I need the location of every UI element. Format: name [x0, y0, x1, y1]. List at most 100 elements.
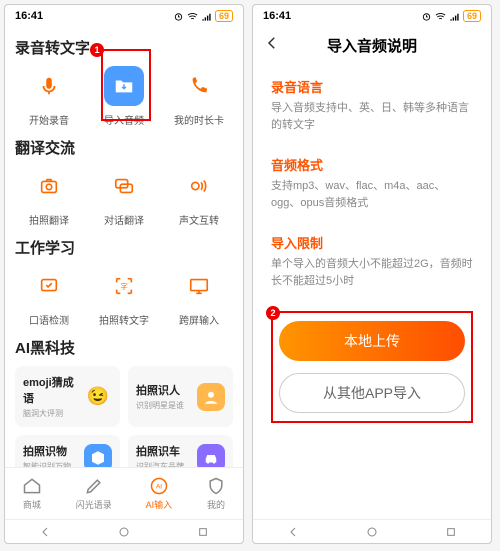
info-language: 录音语言 导入音频支持中、英、日、韩等多种语言的转文字 — [271, 77, 473, 133]
alarm-icon — [173, 11, 184, 22]
card-recognize-person[interactable]: 拍照识人 识别明星是谁 — [128, 366, 233, 427]
info-title: 音频格式 — [271, 155, 473, 174]
scan-text-icon: 字 — [104, 266, 144, 306]
wifi-icon — [187, 11, 198, 22]
info-text: 支持mp3、wav、flac、m4a、aac、ogg、opus音频格式 — [271, 178, 473, 211]
cell-oral-test[interactable]: 口语检测 — [19, 266, 79, 327]
cell-dialog-translate[interactable]: 对话翻译 — [94, 166, 154, 227]
svg-text:字: 字 — [120, 282, 127, 291]
svg-text:AI: AI — [156, 484, 162, 491]
card-title: 拍照识人 — [136, 382, 184, 398]
grid-work: 口语检测 字 拍照转文字 跨屏输入 — [15, 266, 233, 327]
card-row-1: emoji猜成语 脑洞大评测 😉 拍照识人 识别明星是谁 — [15, 366, 233, 427]
card-recognize-object[interactable]: 拍照识物 智能识别万物 — [15, 435, 120, 467]
section-title-translate: 翻译交流 — [15, 137, 233, 158]
status-right: 69 — [421, 10, 481, 22]
status-time: 16:41 — [15, 10, 43, 22]
card-title: emoji猜成语 — [23, 374, 84, 406]
cell-label: 对话翻译 — [104, 212, 144, 227]
status-bar: 16:41 69 — [5, 5, 243, 27]
mall-icon — [22, 476, 42, 496]
car-icon — [197, 444, 225, 468]
bottom-tabbar: 商城 闪光语录 AI AI输入 我的 — [5, 467, 243, 519]
cell-photo-translate[interactable]: 拍照翻译 — [19, 166, 79, 227]
import-other-app-button[interactable]: 从其他APP导入 — [279, 373, 465, 413]
page-header: 导入音频说明 — [253, 27, 491, 63]
nav-recent-icon[interactable] — [443, 524, 459, 540]
android-navbar — [5, 519, 243, 543]
info-title: 导入限制 — [271, 233, 473, 252]
phone-right: 16:41 69 导入音频说明 录音语言 导入音频支持中、英、日、韩等多种语言的… — [252, 4, 492, 544]
cell-label: 拍照翻译 — [29, 212, 69, 227]
cell-voice-text[interactable]: 声文互转 — [169, 166, 229, 227]
phone-icon — [179, 66, 219, 106]
shield-icon — [206, 476, 226, 496]
button-label: 本地上传 — [344, 331, 400, 351]
info-title: 录音语言 — [271, 77, 473, 96]
monitor-icon — [179, 266, 219, 306]
tab-label: 闪光语录 — [76, 498, 112, 511]
section-title-ai: AI黑科技 — [15, 337, 233, 358]
cell-photo-to-text[interactable]: 字 拍照转文字 — [94, 266, 154, 327]
battery-badge: 69 — [463, 10, 481, 22]
card-emoji-idiom[interactable]: emoji猜成语 脑洞大评测 😉 — [15, 366, 120, 427]
info-text: 单个导入的音频大小不能超过2G，音频时长不能超过5小时 — [271, 256, 473, 289]
tab-ai-input[interactable]: AI AI输入 — [146, 476, 173, 511]
android-navbar — [253, 519, 491, 543]
status-time: 16:41 — [263, 10, 291, 22]
nav-back-icon[interactable] — [285, 524, 301, 540]
annotation-badge-2: 2 — [266, 306, 280, 320]
speech-check-icon — [29, 266, 69, 306]
back-button[interactable] — [263, 34, 281, 57]
annotation-highlight-1 — [101, 49, 151, 121]
card-title: 拍照识物 — [23, 443, 71, 459]
page-title: 导入音频说明 — [327, 35, 417, 56]
cell-start-record[interactable]: 开始录音 — [19, 66, 79, 127]
grid-translate: 拍照翻译 对话翻译 声文互转 — [15, 166, 233, 227]
button-label: 从其他APP导入 — [323, 383, 421, 403]
tab-label: 商城 — [23, 498, 41, 511]
nav-home-icon[interactable] — [116, 524, 132, 540]
card-row-2: 拍照识物 智能识别万物 拍照识车 识别汽车品牌 — [15, 435, 233, 467]
chat-icon — [104, 166, 144, 206]
cell-label: 跨屏输入 — [179, 312, 219, 327]
card-title: 拍照识车 — [136, 443, 184, 459]
emoji-icon: 😉 — [84, 383, 112, 411]
nav-back-icon[interactable] — [37, 524, 53, 540]
cube-icon — [84, 444, 112, 468]
alarm-icon — [421, 11, 432, 22]
info-format: 音频格式 支持mp3、wav、flac、m4a、aac、ogg、opus音频格式 — [271, 155, 473, 211]
phone-left: 16:41 69 1 录音转文字 开始录音 导入音频 我的时长卡 — [4, 4, 244, 544]
nav-home-icon[interactable] — [364, 524, 380, 540]
card-sub: 脑洞大评测 — [23, 408, 84, 419]
tab-quotes[interactable]: 闪光语录 — [76, 476, 112, 511]
cell-cross-screen[interactable]: 跨屏输入 — [169, 266, 229, 327]
annotation-badge-1: 1 — [90, 43, 104, 57]
camera-translate-icon — [29, 166, 69, 206]
card-sub: 识别明星是谁 — [136, 400, 184, 411]
signal-icon — [201, 11, 212, 22]
right-content: 录音语言 导入音频支持中、英、日、韩等多种语言的转文字 音频格式 支持mp3、w… — [253, 63, 491, 519]
tab-label: AI输入 — [146, 498, 173, 511]
cell-label: 声文互转 — [179, 212, 219, 227]
annotation-highlight-2: 2 本地上传 从其他APP导入 — [271, 311, 473, 423]
nav-recent-icon[interactable] — [195, 524, 211, 540]
cell-label: 开始录音 — [29, 112, 69, 127]
cell-label: 拍照转文字 — [99, 312, 149, 327]
upload-local-button[interactable]: 本地上传 — [279, 321, 465, 361]
mic-icon — [29, 66, 69, 106]
tab-mall[interactable]: 商城 — [22, 476, 42, 511]
wifi-icon — [435, 11, 446, 22]
info-text: 导入音频支持中、英、日、韩等多种语言的转文字 — [271, 100, 473, 133]
status-right: 69 — [173, 10, 233, 22]
section-title-work: 工作学习 — [15, 237, 233, 258]
left-content: 1 录音转文字 开始录音 导入音频 我的时长卡 翻译交流 拍照翻译 — [5, 27, 243, 467]
card-recognize-car[interactable]: 拍照识车 识别汽车品牌 — [128, 435, 233, 467]
info-limit: 导入限制 单个导入的音频大小不能超过2G，音频时长不能超过5小时 — [271, 233, 473, 289]
pen-icon — [84, 476, 104, 496]
tab-mine[interactable]: 我的 — [206, 476, 226, 511]
signal-icon — [449, 11, 460, 22]
status-bar: 16:41 69 — [253, 5, 491, 27]
tab-label: 我的 — [207, 498, 225, 511]
cell-duration-card[interactable]: 我的时长卡 — [169, 66, 229, 127]
